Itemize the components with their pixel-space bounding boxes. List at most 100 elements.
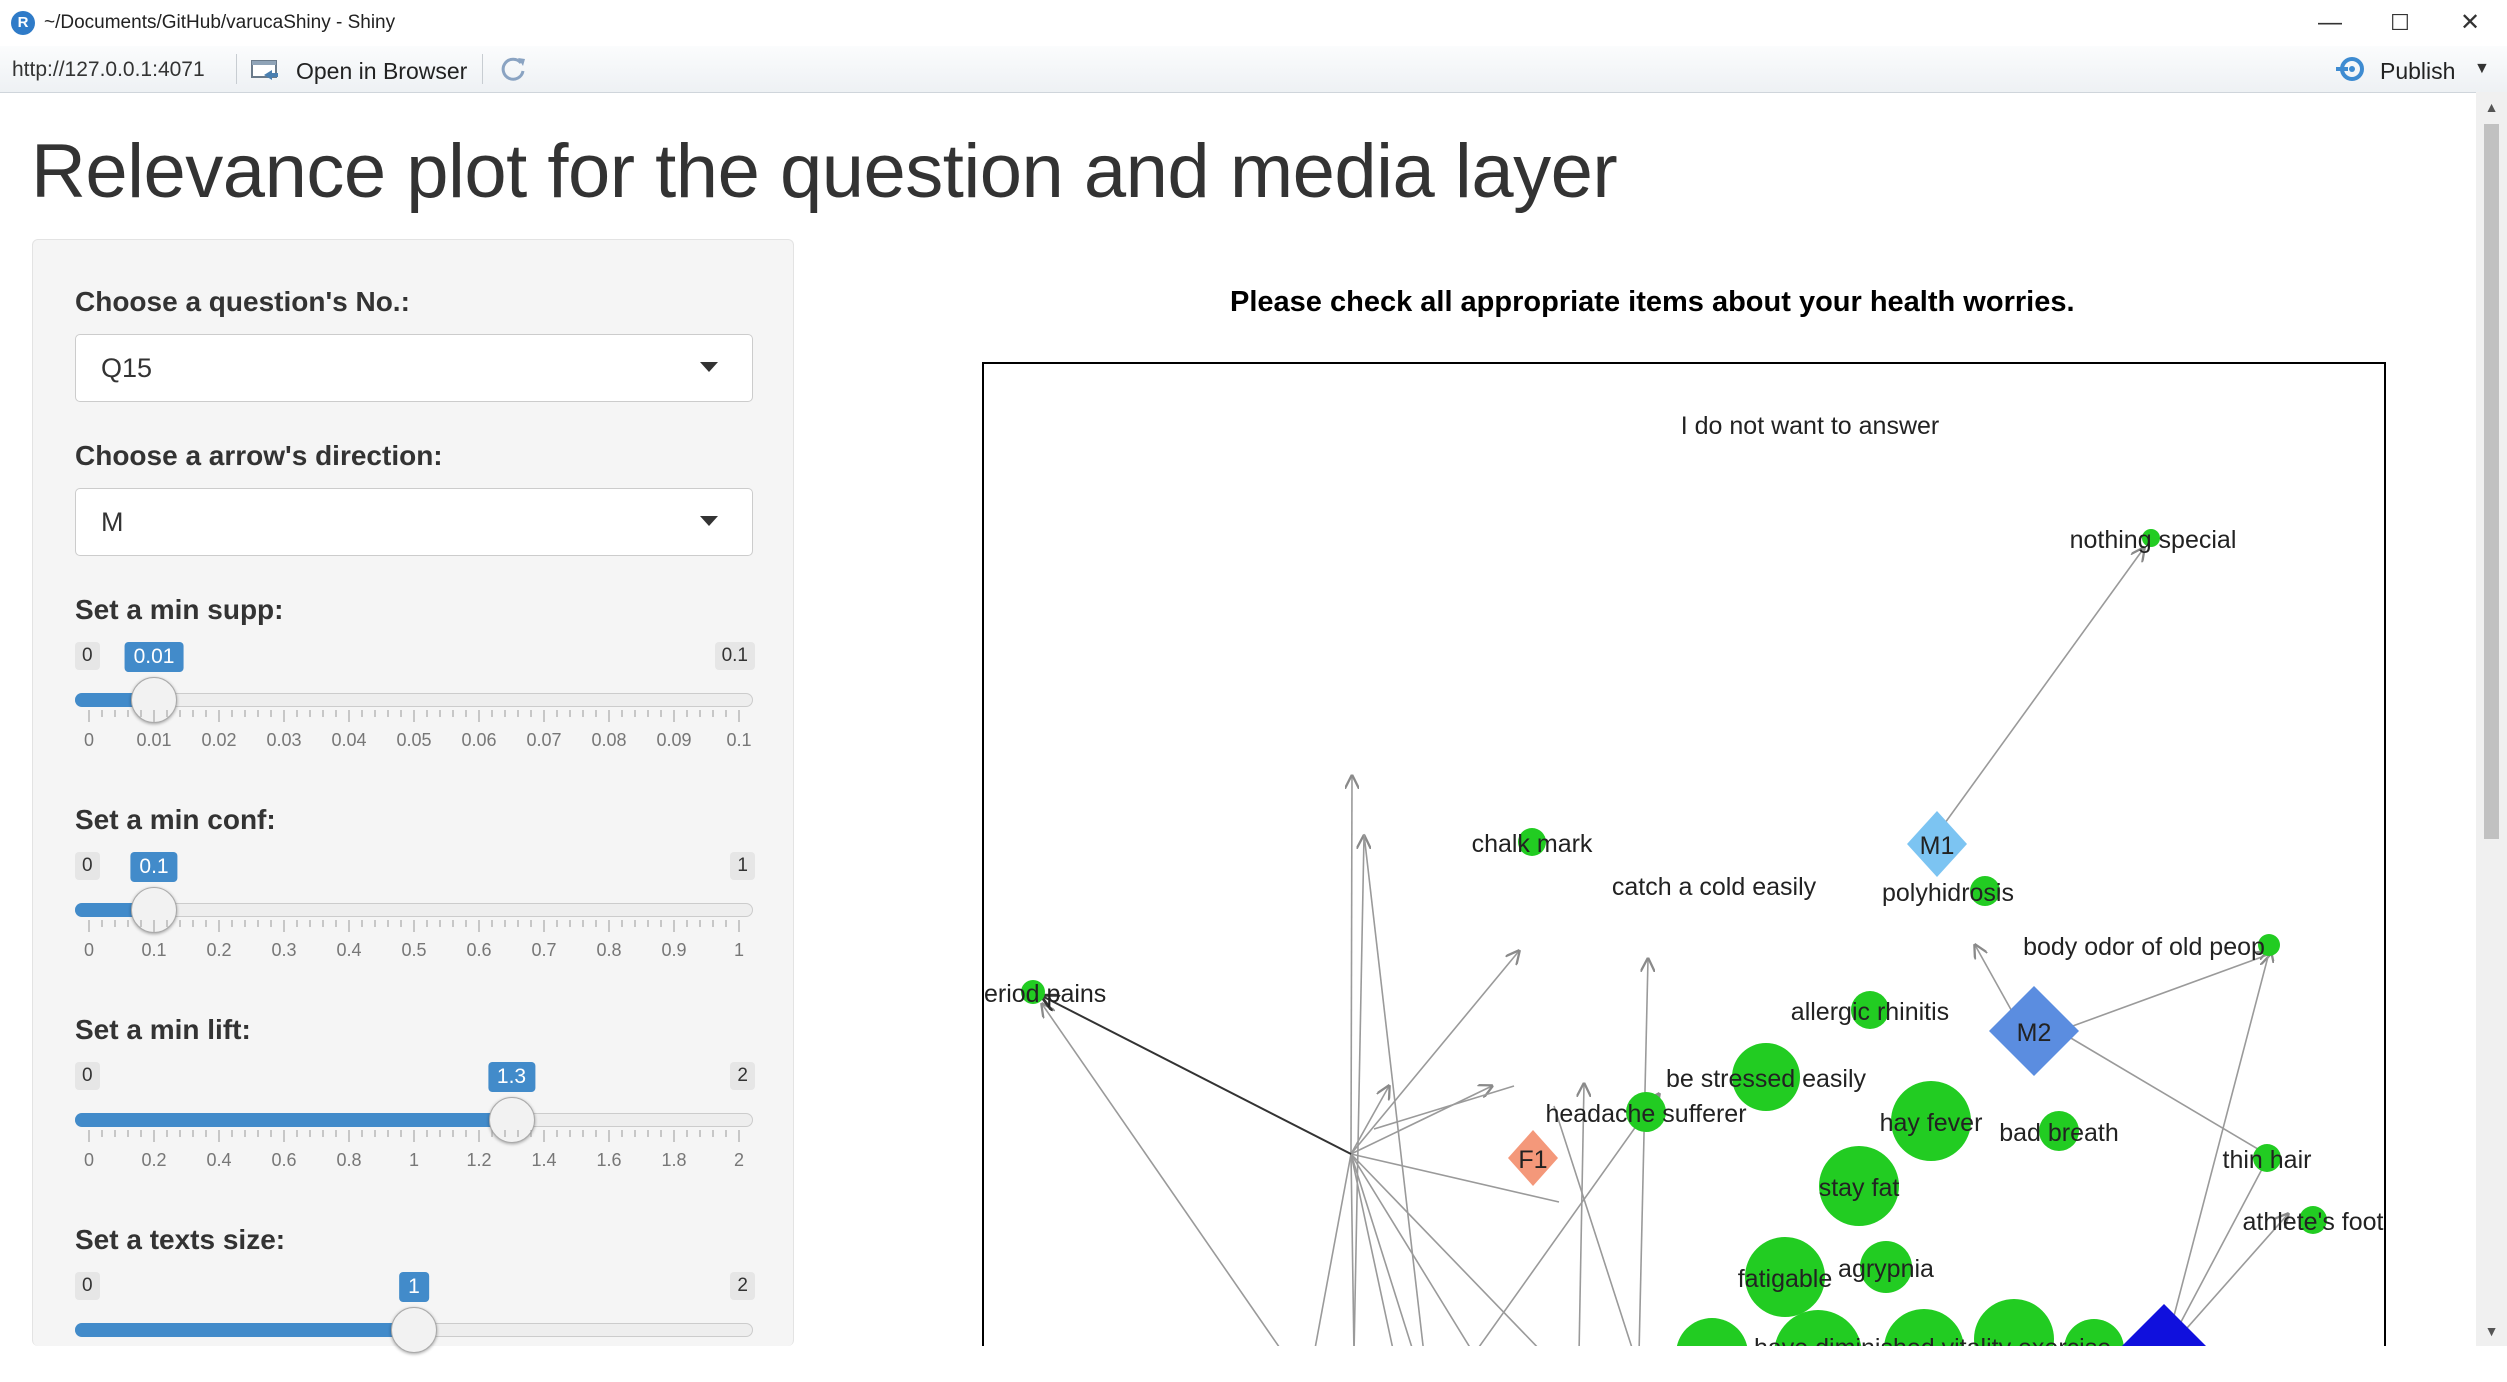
slider-tick-label: 1.4	[531, 1150, 557, 1170]
slider-tick-label: 0.8	[336, 1150, 362, 1170]
publish-dropdown-icon[interactable]: ▼	[2474, 60, 2490, 78]
slider-tick-label: 1.2	[466, 1150, 492, 1170]
text-size-slider[interactable]: 0 2 1	[75, 1272, 755, 1382]
slider-tick-label: 0.04	[331, 730, 367, 750]
chevron-down-icon	[700, 516, 718, 526]
label-no-answer: I do not want to answer	[1681, 412, 1939, 440]
label-stressed: be stressed easily	[1666, 1065, 1867, 1093]
graph-edge	[1314, 1153, 1352, 1346]
publish-button[interactable]: Publish ▼	[2336, 52, 2496, 86]
slider-tick-label: 2	[733, 1150, 745, 1170]
supp-slider-label: Set a min supp:	[75, 594, 284, 625]
graph-edge	[1350, 1086, 1492, 1155]
reload-icon[interactable]	[499, 54, 529, 84]
relevance-plot: I do not want to answer nothing special …	[982, 362, 2386, 1346]
label-m2: M2	[2017, 1019, 2052, 1047]
graph-edge	[1353, 836, 1364, 1346]
slider-tick-label: 0.5	[401, 940, 427, 960]
graph-edge	[1936, 548, 2144, 835]
window-title-bar: R ~/Documents/GitHub/varucaShiny - Shiny…	[0, 0, 2507, 46]
open-in-browser-label: Open in Browser	[296, 58, 468, 84]
question-select-label: Choose a question's No.:	[75, 286, 410, 317]
supp-slider[interactable]: 0 0.1 0.01 0 0.01 0.02 0.03 0.04 0.05 0.06 0.07…	[75, 642, 755, 752]
direction-select-value: M	[101, 507, 124, 537]
slider-tick-label: 0.3	[271, 940, 297, 960]
question-select[interactable]: Q15	[75, 334, 753, 402]
label-agrypnia: agrypnia	[1838, 1255, 1934, 1283]
slider-tick-label: 0.9	[661, 940, 687, 960]
vertical-scrollbar[interactable]: ▲ ▼	[2476, 92, 2507, 1346]
slider-tick-label: 0.01	[136, 730, 172, 750]
slider-tick-label: 0.08	[591, 730, 627, 750]
slider-tick-label: 0.2	[141, 1150, 167, 1170]
plot-title: Please check all appropriate items about…	[1230, 286, 2075, 318]
label-polyhidrosis: polyhidrosis	[1882, 879, 2014, 907]
label-chalk-mark: chalk mark	[1472, 830, 1593, 858]
sidebar-panel: Choose a question's No.: Q15 Choose a ar…	[32, 239, 794, 1353]
graph-edge	[1350, 1153, 1355, 1346]
label-f1: F1	[1518, 1146, 1547, 1174]
slider-tick-label: 0	[83, 730, 95, 750]
publish-icon	[2336, 57, 2364, 81]
direction-select[interactable]: M	[75, 488, 753, 556]
close-window-button[interactable]: ✕	[2440, 4, 2500, 42]
slider-tick-label: 0.03	[266, 730, 302, 750]
chevron-down-icon	[700, 362, 718, 372]
slider-tick-label: 0.6	[466, 940, 492, 960]
viewer-toolbar: http://127.0.0.1:4071 Open in Browser Pu…	[0, 46, 2507, 93]
label-m1: M1	[1920, 832, 1955, 860]
slider-tick-label: 0.2	[206, 940, 232, 960]
conf-slider[interactable]: 0 1 0.1 0 0.1 0.2 0.3 0.4 0.5 0.6 0.7 0.8 0.9 1	[75, 852, 755, 962]
scroll-thumb[interactable]	[2484, 124, 2499, 839]
slider-min-label: 0	[75, 1062, 100, 1090]
lift-slider[interactable]: 0 2 1.3 0 0.2 0.4 0.6 0.8 1 1.2 1.4 1.6 1.8 2	[75, 1062, 755, 1172]
label-hay-fever: hay fever	[1880, 1109, 1983, 1137]
graph-edge-highlight	[1042, 996, 1352, 1155]
label-bottom-cut: have diminished vitality exercise	[1754, 1334, 2111, 1346]
scroll-down-arrow-icon[interactable]: ▼	[2476, 1316, 2507, 1346]
slider-min-label: 0	[75, 1272, 100, 1300]
graph-edge	[1351, 776, 1352, 1155]
rstudio-app-icon: R	[11, 11, 35, 35]
slider-handle[interactable]	[391, 1307, 437, 1353]
slider-tick-label: 1.8	[661, 1150, 687, 1170]
graph-labels: I do not want to answer nothing special …	[984, 412, 2384, 1346]
graph-edge	[1350, 951, 1519, 1155]
label-nothing-special: nothing special	[2070, 526, 2237, 554]
slider-tick-label: 1.6	[596, 1150, 622, 1170]
toolbar-separator	[482, 54, 483, 84]
label-catch-cold: catch a cold easily	[1612, 873, 1817, 901]
slider-min-label: 0	[75, 852, 100, 880]
slider-tick-label: 0.8	[596, 940, 622, 960]
label-bad-breath: bad breath	[1999, 1119, 2119, 1147]
app-url: http://127.0.0.1:4071	[12, 58, 205, 81]
graph-edge	[1478, 1094, 1659, 1346]
graph-edge	[2058, 954, 2270, 1032]
maximize-button[interactable]: ☐	[2370, 4, 2430, 42]
slider-value-bubble: 0.01	[124, 642, 184, 672]
label-period-pains: eriod pains	[984, 980, 1106, 1008]
label-headache: headache sufferer	[1545, 1100, 1746, 1128]
slider-max-label: 0.1	[714, 642, 755, 670]
slider-value-bubble: 0.1	[130, 852, 178, 882]
scroll-up-arrow-icon[interactable]: ▲	[2476, 92, 2507, 122]
slider-tick-label: 0.1	[141, 940, 167, 960]
lift-slider-label: Set a min lift:	[75, 1014, 251, 1045]
graph-edge	[1638, 959, 1648, 1346]
slider-value-bubble: 1	[399, 1272, 429, 1302]
slider-fill	[75, 1323, 414, 1337]
label-allergic-rhinitis: allergic rhinitis	[1791, 998, 1949, 1026]
conf-slider-label: Set a min conf:	[75, 804, 276, 835]
text-size-slider-label: Set a texts size:	[75, 1224, 286, 1255]
slider-tick-label: 0.07	[526, 730, 562, 750]
slider-min-label: 0	[75, 642, 100, 670]
graph-edge	[1350, 1086, 1389, 1155]
minimize-button[interactable]: —	[2300, 4, 2360, 42]
slider-max-label: 2	[730, 1272, 755, 1300]
blue-node	[2122, 1304, 2206, 1346]
slider-tick-label: 0.7	[531, 940, 557, 960]
label-body-odor: body odor of old peop	[2023, 933, 2265, 961]
slider-tick-label: 1	[408, 1150, 420, 1170]
slider-tick-label: 0.06	[461, 730, 497, 750]
label-thin-hair: thin hair	[2223, 1146, 2312, 1174]
